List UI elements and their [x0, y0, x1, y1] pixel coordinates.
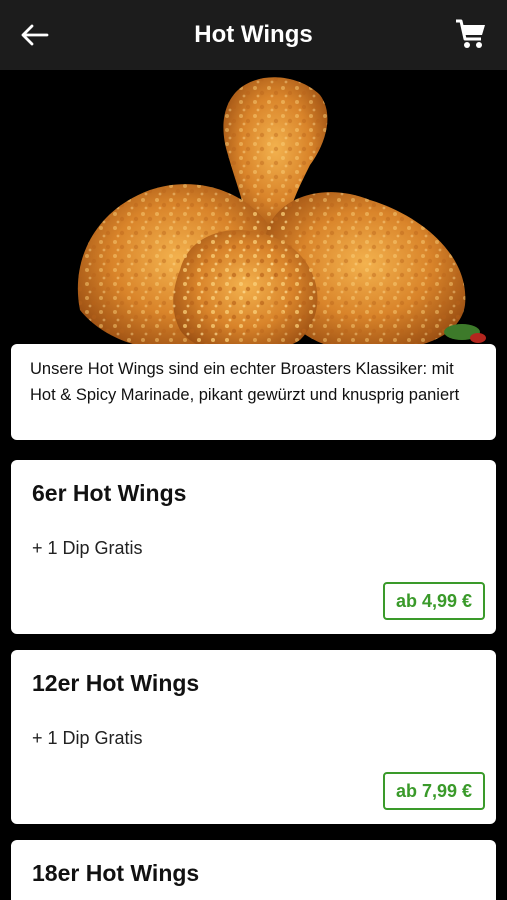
product-card-6er[interactable]: 6er Hot Wings + 1 Dip Gratis ab 4,99 €	[11, 460, 496, 634]
product-card-12er[interactable]: 12er Hot Wings + 1 Dip Gratis ab 7,99 €	[11, 650, 496, 824]
description-text: Unsere Hot Wings sind ein echter Broaste…	[30, 360, 460, 404]
product-name: 6er Hot Wings	[32, 480, 187, 506]
price-button[interactable]: ab 4,99 €	[382, 582, 485, 620]
fried-chicken-image	[77, 77, 486, 354]
product-subtitle: + 1 Dip Gratis	[32, 728, 143, 748]
product-subtitle: + 1 Dip Gratis	[32, 538, 143, 558]
back-button[interactable]	[16, 17, 52, 53]
cart-button[interactable]	[453, 16, 489, 52]
price-button[interactable]: ab 7,99 €	[382, 772, 485, 810]
description-card: Unsere Hot Wings sind ein echter Broaste…	[11, 344, 496, 440]
shopping-cart-icon	[456, 19, 485, 48]
app-header: Hot Wings	[0, 0, 507, 70]
product-name: 18er Hot Wings	[32, 860, 200, 886]
product-name: 12er Hot Wings	[32, 670, 200, 696]
arrow-left-icon	[21, 24, 49, 46]
hero-image	[0, 70, 507, 360]
page-title: Hot Wings	[194, 21, 313, 48]
product-card-18er[interactable]: 18er Hot Wings	[11, 840, 496, 900]
